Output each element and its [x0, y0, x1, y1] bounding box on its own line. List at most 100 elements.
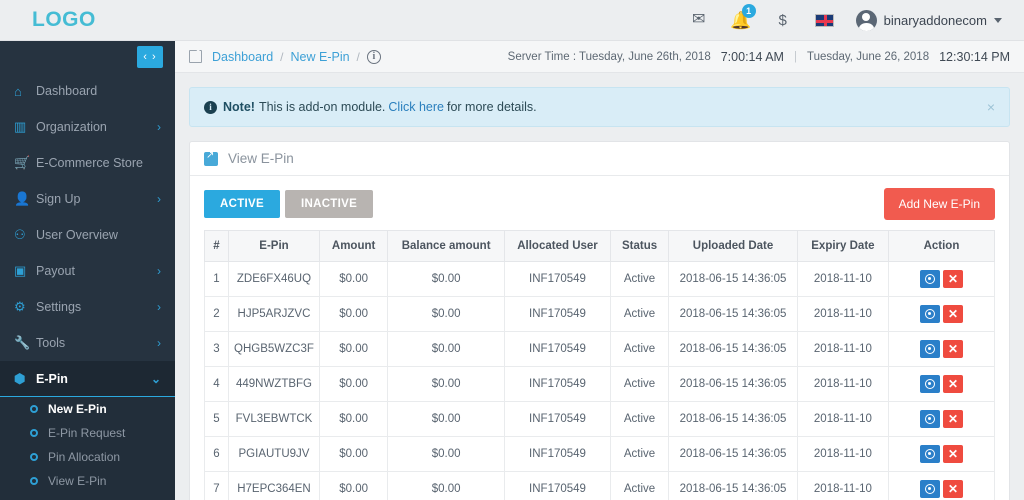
chevron-down-icon: ⌄ — [150, 372, 161, 386]
home-icon: ⌂ — [14, 83, 22, 99]
cell-epin: QHGB5WZC3F — [227, 331, 321, 367]
table-row[interactable]: 4 449NWZTBFG $0.00 $0.00 INF170549 Activ… — [204, 366, 996, 402]
table-row[interactable]: 2 HJP5ARJZVC $0.00 $0.00 INF170549 Activ… — [204, 296, 996, 332]
envelope-icon[interactable]: ✉ — [689, 10, 709, 30]
circle-dot-icon[interactable] — [919, 410, 940, 428]
add-new-epin-button[interactable]: Add New E-Pin — [883, 188, 995, 220]
cell-amount: $0.00 — [319, 331, 389, 367]
app-logo[interactable]: LOGO — [0, 8, 175, 32]
sidebar-subitem-view-epin[interactable]: View E-Pin — [0, 469, 175, 493]
local-date-label: Tuesday, June 26, 2018 — [806, 50, 930, 63]
cell-epin: FVL3EBWTCK — [227, 401, 321, 437]
tab-active[interactable]: ACTIVE — [204, 190, 280, 218]
alert-text-after: for more details. — [446, 100, 537, 114]
cell-uploaded: 2018-06-15 14:36:05 — [668, 296, 798, 332]
cell-expiry: 2018-11-10 — [796, 401, 889, 437]
close-icon[interactable]: × — [987, 99, 995, 115]
circle-dot-icon[interactable] — [919, 375, 940, 393]
cell-expiry: 2018-11-10 — [796, 366, 889, 402]
main-content: Dashboard / New E-Pin / i Server Time : … — [175, 41, 1024, 500]
cell-status: Active — [609, 296, 670, 332]
bell-icon[interactable]: 🔔 1 — [730, 4, 756, 30]
table-row[interactable]: 3 QHGB5WZC3F $0.00 $0.00 INF170549 Activ… — [204, 331, 996, 367]
cell-action: ✕ — [887, 331, 996, 367]
close-x-icon[interactable]: ✕ — [942, 340, 963, 358]
sidebar-subitem-epin-transfer[interactable]: E-Pin Transfer — [0, 493, 175, 500]
circle-dot-icon[interactable] — [919, 270, 940, 288]
sidebar-subitem-epin-request[interactable]: E-Pin Request — [0, 421, 175, 445]
breadcrumb-new-epin[interactable]: New E-Pin — [291, 50, 350, 64]
cell-status: Active — [609, 261, 670, 297]
table-row[interactable]: 1 ZDE6FX46UQ $0.00 $0.00 INF170549 Activ… — [204, 261, 996, 297]
cell-expiry: 2018-11-10 — [796, 331, 889, 367]
chevron-right-icon: › — [157, 336, 161, 350]
money-icon: ▣ — [14, 263, 27, 278]
sidebar-item-user-overview[interactable]: ⚇ User Overview — [0, 217, 175, 253]
cell-balance: $0.00 — [387, 261, 506, 297]
table-row[interactable]: 5 FVL3EBWTCK $0.00 $0.00 INF170549 Activ… — [204, 401, 996, 437]
epin-table: # E-Pin Amount Balance amount Allocated … — [204, 230, 996, 500]
table-row[interactable]: 7 H7EPC364EN $0.00 $0.00 INF170549 Activ… — [204, 471, 996, 500]
cell-expiry: 2018-11-10 — [796, 296, 889, 332]
cell-balance: $0.00 — [387, 331, 506, 367]
chevron-right-icon: › — [157, 300, 161, 314]
column-header-action: Action — [887, 230, 996, 262]
table-body: 1 ZDE6FX46UQ $0.00 $0.00 INF170549 Activ… — [204, 261, 996, 500]
sidebar-item-sign-up[interactable]: 👤 Sign Up › — [0, 181, 175, 217]
sidebar-item-tools[interactable]: 🔧 Tools › — [0, 325, 175, 361]
sidebar-item-ecommerce-store[interactable]: 🛒 E-Commerce Store — [0, 145, 175, 181]
person-icon: ⚇ — [14, 227, 26, 242]
cell-action: ✕ — [887, 401, 996, 437]
uk-flag-icon[interactable] — [814, 13, 834, 27]
sidebar-subitem-new-epin[interactable]: New E-Pin — [0, 397, 175, 421]
close-x-icon[interactable]: ✕ — [942, 445, 963, 463]
cell-index: 5 — [204, 401, 229, 437]
sidebar-collapse-button[interactable]: ‹ › — [137, 46, 163, 68]
sidebar-item-settings[interactable]: ⚙ Settings › — [0, 289, 175, 325]
close-x-icon[interactable]: ✕ — [942, 410, 963, 428]
cell-user: INF170549 — [504, 261, 611, 297]
circle-dot-icon[interactable] — [919, 340, 940, 358]
currency-icon[interactable]: $ — [773, 10, 793, 30]
sidebar-item-dashboard[interactable]: ⌂ Dashboard — [0, 73, 175, 109]
sidebar-item-organization[interactable]: ▥ Organization › — [0, 109, 175, 145]
cell-action: ✕ — [887, 471, 996, 500]
sidebar-item-payout[interactable]: ▣ Payout › — [0, 253, 175, 289]
close-x-icon[interactable]: ✕ — [942, 270, 963, 288]
user-menu[interactable]: binaryaddonecom — [855, 9, 1002, 31]
cell-amount: $0.00 — [319, 436, 389, 472]
cell-user: INF170549 — [504, 401, 611, 437]
cell-status: Active — [609, 436, 670, 472]
circle-dot-icon[interactable] — [919, 445, 940, 463]
top-header-bar: LOGO ✉ 🔔 1 $ binaryaddonecom — [0, 0, 1024, 41]
panel-icon — [204, 150, 218, 166]
tab-inactive[interactable]: INACTIVE — [284, 190, 374, 218]
circle-dot-icon[interactable] — [919, 305, 940, 323]
cell-action: ✕ — [887, 296, 996, 332]
circle-icon — [30, 453, 38, 461]
cell-amount: $0.00 — [319, 296, 389, 332]
close-x-icon[interactable]: ✕ — [942, 305, 963, 323]
close-x-icon[interactable]: ✕ — [942, 480, 963, 498]
info-icon[interactable]: i — [366, 49, 381, 64]
close-x-icon[interactable]: ✕ — [942, 375, 963, 393]
circle-dot-icon[interactable] — [919, 480, 940, 498]
table-head: # E-Pin Amount Balance amount Allocated … — [204, 230, 996, 262]
table-row[interactable]: 6 PGIAUTU9JV $0.00 $0.00 INF170549 Activ… — [204, 436, 996, 472]
server-time-label: Server Time : Tuesday, June 26th, 2018 — [507, 50, 711, 63]
cell-user: INF170549 — [504, 366, 611, 402]
sidebar-item-label: Sign Up — [36, 192, 81, 206]
server-time-value: 7:00:14 AM — [720, 49, 784, 64]
view-epin-panel: View E-Pin ACTIVE INACTIVE Add New E-Pin… — [189, 141, 1010, 500]
sidebar-subitem-pin-allocation[interactable]: Pin Allocation — [0, 445, 175, 469]
sidebar-item-epin[interactable]: ⬢ E-Pin ⌄ — [0, 361, 175, 397]
cell-uploaded: 2018-06-15 14:36:05 — [668, 331, 798, 367]
alert-link[interactable]: Click here — [388, 100, 444, 114]
sidebar-submenu-epin: New E-Pin E-Pin Request Pin Allocation V… — [0, 397, 175, 500]
cell-index: 4 — [204, 366, 229, 402]
cell-action: ✕ — [887, 261, 996, 297]
circle-icon — [30, 405, 38, 413]
cell-uploaded: 2018-06-15 14:36:05 — [668, 261, 798, 297]
breadcrumb-dashboard[interactable]: Dashboard — [212, 50, 273, 64]
cell-expiry: 2018-11-10 — [796, 471, 889, 500]
